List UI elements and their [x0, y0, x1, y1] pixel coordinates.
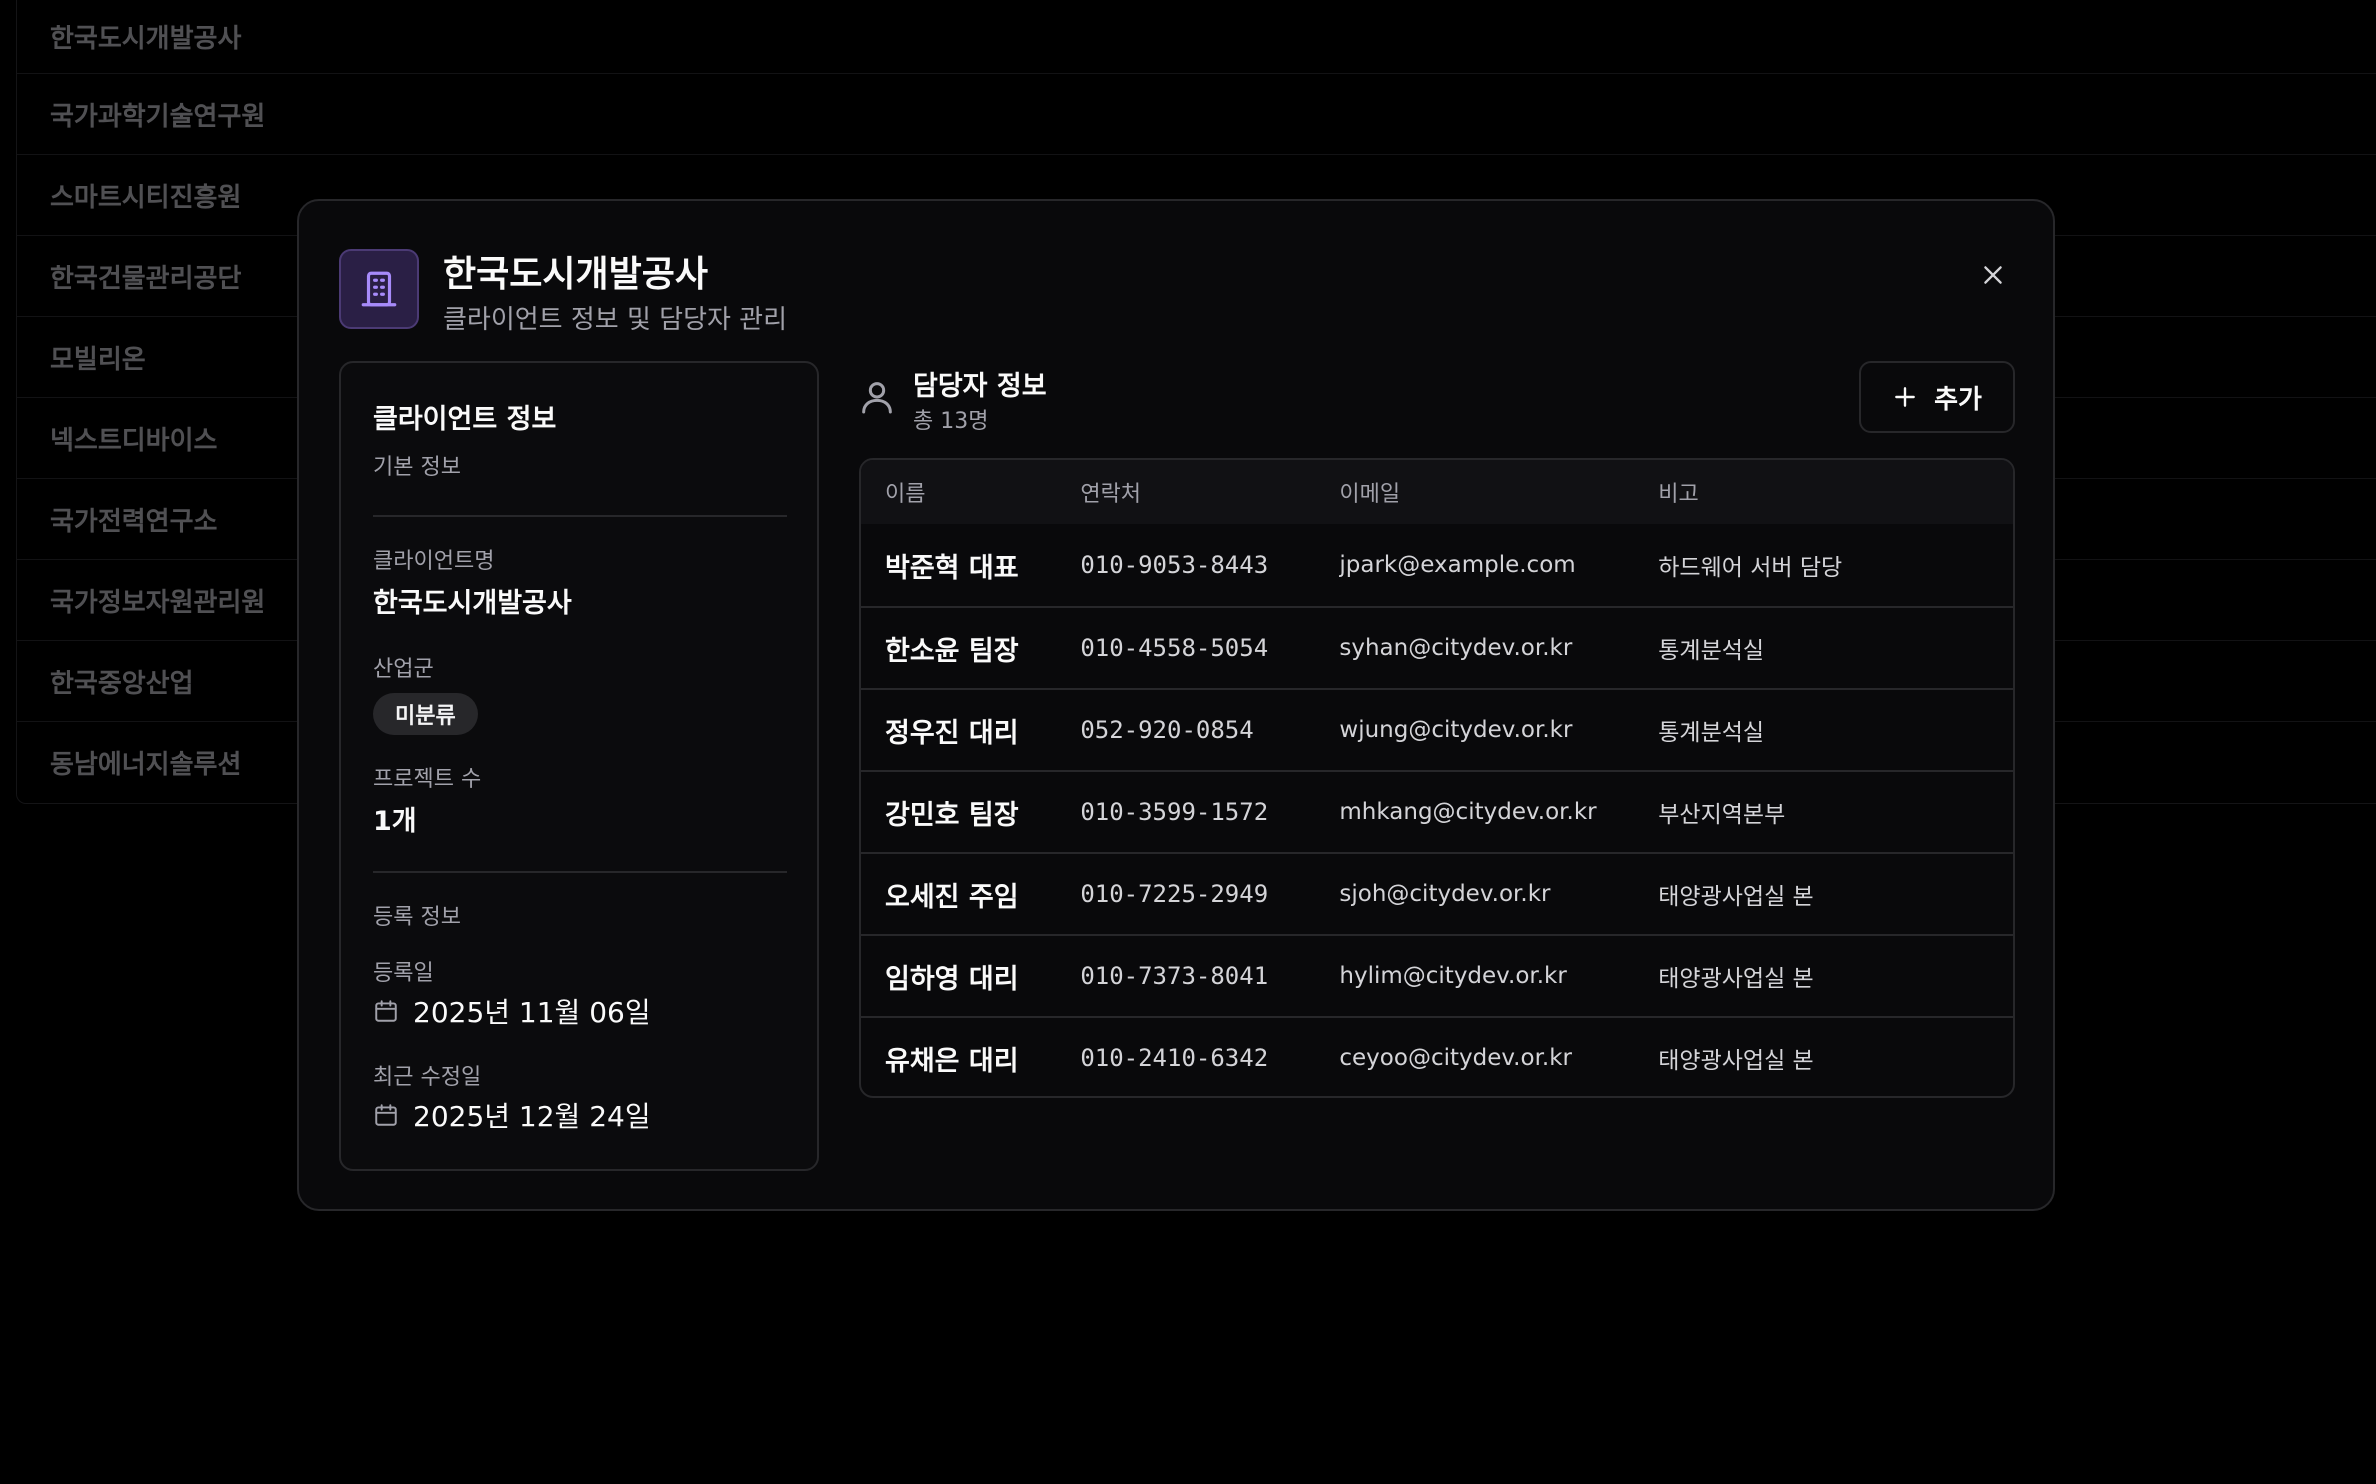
- column-header-phone: 연락처: [1080, 482, 1142, 507]
- divider: [373, 515, 787, 517]
- plus-icon: [1895, 387, 1915, 407]
- project-count-value: 1개: [373, 806, 417, 837]
- contact-note: 통계분석실: [1658, 638, 1765, 664]
- contact-name: 강민호 팀장: [885, 799, 1019, 831]
- contact-name: 박준혁 대표: [885, 552, 1019, 584]
- contact-name: 임하영 대리: [885, 963, 1019, 995]
- table-row[interactable]: 강민호 팀장 010-3599-1572 mhkang@citydev.or.kr 부…: [861, 770, 2013, 852]
- building-icon: [339, 249, 419, 329]
- section-registration-label: 등록 정보: [373, 905, 461, 930]
- close-button[interactable]: [1971, 253, 2015, 297]
- table-row[interactable]: 박준혁 대표 010-9053-8443 jpark@example.com 하드웨어…: [861, 524, 2013, 606]
- contact-note: 태양광사업실 본: [1658, 966, 1814, 992]
- column-header-email: 이메일: [1339, 482, 1401, 507]
- table-row[interactable]: 정우진 대리 052-920-0854 wjung@citydev.or.kr 통계분…: [861, 688, 2013, 770]
- modified-date-value: 2025년 12월 24일: [413, 1100, 651, 1133]
- user-icon: [862, 382, 892, 414]
- modified-date-label: 최근 수정일: [373, 1065, 482, 1090]
- table-row[interactable]: 임하영 대리 010-7373-8041 hylim@citydev.or.kr 태양…: [861, 934, 2013, 1016]
- contacts-count: 총 13명: [913, 409, 989, 434]
- contact-phone: 010-3599-1572: [1080, 798, 1269, 826]
- contact-name: 정우진 대리: [885, 717, 1019, 749]
- contact-email: ceyoo@citydev.or.kr: [1339, 1045, 1572, 1071]
- column-header-note: 비고: [1658, 482, 1699, 507]
- table-row[interactable]: 한소윤 팀장 010-4558-5054 syhan@citydev.or.kr 통계…: [861, 606, 2013, 688]
- contact-phone: 052-920-0854: [1080, 716, 1254, 744]
- contact-name: 유채은 대리: [885, 1045, 1019, 1077]
- calendar-icon: [375, 1000, 397, 1022]
- contacts-title: 담당자 정보: [913, 371, 1047, 402]
- client-info-title: 클라이언트 정보: [373, 404, 557, 435]
- modal-subtitle: 클라이언트 정보 및 담당자 관리: [443, 305, 788, 335]
- contact-phone: 010-4558-5054: [1080, 634, 1269, 662]
- registered-date: 2025년 11월 06일: [373, 991, 651, 1031]
- table-header: 이름 연락처 이메일 비고: [861, 460, 2013, 524]
- registered-date-value: 2025년 11월 06일: [413, 996, 651, 1029]
- contact-name: 한소윤 팀장: [885, 635, 1019, 667]
- contact-phone: 010-7373-8041: [1080, 962, 1269, 990]
- industry-badge: 미분류: [373, 693, 478, 735]
- section-basic-label: 기본 정보: [373, 455, 461, 480]
- contact-phone: 010-9053-8443: [1080, 551, 1269, 579]
- client-info-card: 클라이언트 정보 기본 정보 클라이언트명 한국도시개발공사 산업군 미분류 프…: [339, 361, 819, 1171]
- column-header-name: 이름: [885, 482, 926, 507]
- contact-note: 태양광사업실 본: [1658, 1048, 1814, 1074]
- contact-name: 오세진 주임: [885, 881, 1019, 913]
- industry-label: 산업군: [373, 657, 434, 682]
- contact-phone: 010-7225-2949: [1080, 880, 1269, 908]
- contact-email: syhan@citydev.or.kr: [1339, 635, 1573, 661]
- contact-email: mhkang@citydev.or.kr: [1339, 799, 1597, 825]
- calendar-icon: [375, 1104, 397, 1126]
- contact-email: wjung@citydev.or.kr: [1339, 717, 1573, 743]
- add-contact-label: 추가: [1934, 384, 1982, 415]
- contact-email: hylim@citydev.or.kr: [1339, 963, 1567, 989]
- contact-note: 하드웨어 서버 담당: [1658, 555, 1843, 581]
- client-name-label: 클라이언트명: [373, 549, 495, 574]
- contact-email: jpark@example.com: [1339, 552, 1576, 578]
- project-count-label: 프로젝트 수: [373, 767, 482, 792]
- modified-date: 2025년 12월 24일: [373, 1095, 651, 1135]
- contact-note: 통계분석실: [1658, 720, 1765, 746]
- client-detail-modal: 한국도시개발공사 클라이언트 정보 및 담당자 관리 클라이언트 정보 기본 정…: [297, 199, 2055, 1211]
- table-row[interactable]: 유채은 대리 010-2410-6342 ceyoo@citydev.or.kr 태양…: [861, 1016, 2013, 1096]
- registered-date-label: 등록일: [373, 961, 434, 986]
- modal-title: 한국도시개발공사: [443, 254, 708, 295]
- contact-phone: 010-2410-6342: [1080, 1044, 1269, 1072]
- client-name-value: 한국도시개발공사: [373, 588, 572, 619]
- table-row[interactable]: 오세진 주임 010-7225-2949 sjoh@citydev.or.kr 태양광…: [861, 852, 2013, 934]
- contact-note: 태양광사업실 본: [1658, 884, 1814, 910]
- divider: [373, 871, 787, 873]
- contact-email: sjoh@citydev.or.kr: [1339, 881, 1551, 907]
- contacts-table: 이름 연락처 이메일 비고 박준혁 대표 010-9053-8443 jpark@e…: [859, 458, 2015, 1098]
- contact-note: 부산지역본부: [1658, 802, 1786, 828]
- add-contact-button[interactable]: 추가: [1859, 361, 2015, 433]
- close-icon: [1984, 266, 2002, 284]
